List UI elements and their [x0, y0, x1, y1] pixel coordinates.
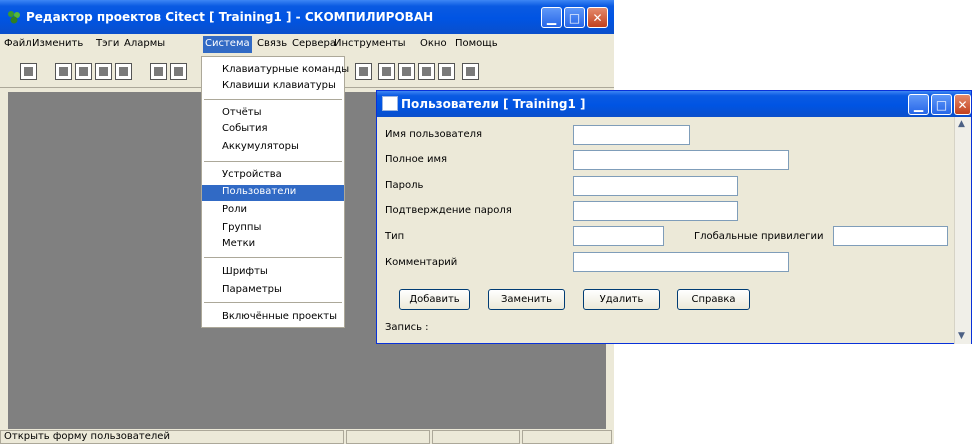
toolbar-compile-icon[interactable] — [150, 63, 167, 80]
toolbar-graphics-icon[interactable] — [378, 63, 395, 80]
toolbar-project-icon[interactable] — [438, 63, 455, 80]
menu-separator — [204, 161, 342, 162]
users-minimize-button[interactable]: ▁ — [908, 94, 929, 115]
menu-item-labels[interactable]: Метки — [202, 237, 344, 253]
menu-item-events[interactable]: События — [202, 122, 344, 138]
status-pane-2 — [346, 430, 430, 444]
citect-app-icon — [8, 11, 20, 24]
menu-item-accumulators[interactable]: Аккумуляторы — [202, 140, 344, 156]
toolbar-print-icon[interactable] — [115, 63, 132, 80]
status-pane-3 — [432, 430, 520, 444]
comment-label: Комментарий — [385, 257, 458, 268]
status-bar: Открыть форму пользователей — [0, 429, 614, 444]
type-label: Тип — [385, 231, 405, 242]
type-input[interactable] — [573, 226, 664, 246]
delete-button[interactable]: Удалить — [583, 289, 660, 310]
confirm-password-input[interactable] — [573, 201, 738, 221]
menu-item-included-projects[interactable]: Включённые проекты — [202, 310, 344, 326]
global-privileges-label: Глобальные привилегии — [694, 231, 824, 242]
menu-item-users[interactable]: Пользователи — [202, 185, 344, 201]
scroll-down-icon[interactable]: ▼ — [958, 331, 965, 341]
menu-alarms[interactable]: Алармы — [124, 38, 165, 49]
minimize-icon: ▁ — [913, 97, 924, 112]
maximize-icon: □ — [568, 10, 581, 25]
toolbar-setup-icon[interactable] — [418, 63, 435, 80]
toolbar-find-icon[interactable] — [355, 63, 372, 80]
system-menu-dropdown: Клавиатурные команды Клавиши клавиатуры … — [201, 56, 349, 328]
menu-separator — [204, 99, 342, 100]
menu-item-parameters[interactable]: Параметры — [202, 283, 344, 299]
close-icon: ✕ — [592, 10, 603, 25]
toolbar-new-icon[interactable] — [20, 63, 37, 80]
menu-tags[interactable]: Тэги — [96, 38, 119, 49]
toolbar-help-icon[interactable] — [462, 63, 479, 80]
menu-servers[interactable]: Сервера — [292, 38, 336, 49]
menu-file[interactable]: Файл — [4, 38, 32, 49]
minimize-button[interactable]: ▁ — [541, 7, 562, 28]
fullname-label: Полное имя — [385, 154, 448, 165]
menu-separator — [204, 257, 342, 258]
replace-button[interactable]: Заменить — [488, 289, 565, 310]
menu-item-fonts[interactable]: Шрифты — [202, 265, 344, 281]
menu-tools[interactable]: Инструменты — [334, 38, 406, 49]
close-icon: ✕ — [957, 97, 968, 112]
menu-item-devices[interactable]: Устройства — [202, 168, 344, 184]
menu-system[interactable]: Система — [203, 36, 252, 53]
minimize-icon: ▁ — [546, 10, 557, 25]
form-window-icon — [382, 96, 398, 111]
maximize-button[interactable]: □ — [564, 7, 585, 28]
users-scrollbar[interactable]: ▲ ▼ — [954, 117, 971, 344]
users-dialog-title: Пользователи [ Training1 ] — [401, 97, 586, 111]
left-border — [0, 92, 8, 429]
toolbar-run-icon[interactable] — [170, 63, 187, 80]
toolbar-open-icon[interactable] — [55, 63, 72, 80]
menu-separator — [204, 302, 342, 303]
scroll-up-icon[interactable]: ▲ — [958, 119, 965, 129]
status-pane-4 — [522, 430, 612, 444]
menu-bar: Файл Изменить Тэги Алармы Система Связь … — [0, 34, 614, 56]
menu-edit[interactable]: Изменить — [32, 38, 83, 49]
menu-item-reports[interactable]: Отчёты — [202, 106, 344, 122]
global-privileges-input[interactable] — [833, 226, 948, 246]
close-button[interactable]: ✕ — [587, 7, 608, 28]
maximize-icon: □ — [935, 97, 948, 112]
password-input[interactable] — [573, 176, 738, 196]
username-label: Имя пользователя — [385, 129, 483, 140]
users-close-button[interactable]: ✕ — [954, 94, 971, 115]
menu-item-keyboard-commands[interactable]: Клавиатурные команды — [202, 63, 349, 79]
menu-communication[interactable]: Связь — [257, 38, 287, 49]
status-text: Открыть форму пользователей — [0, 430, 344, 444]
password-label: Пароль — [385, 180, 424, 191]
main-window-title: Редактор проектов Citect [ Training1 ] -… — [26, 10, 434, 24]
add-button[interactable]: Добавить — [399, 289, 470, 310]
menu-item-keyboard-keys[interactable]: Клавиши клавиатуры — [202, 79, 344, 95]
users-dialog: Пользователи [ Training1 ] ▁ □ ✕ Имя пол… — [376, 90, 972, 344]
toolbar-edit-icon[interactable] — [75, 63, 92, 80]
users-maximize-button[interactable]: □ — [931, 94, 952, 115]
confirm-password-label: Подтверждение пароля — [385, 205, 512, 216]
menu-item-roles[interactable]: Роли — [202, 203, 344, 219]
comment-input[interactable] — [573, 252, 789, 272]
main-title-bar[interactable]: Редактор проектов Citect [ Training1 ] -… — [0, 0, 614, 34]
record-label: Запись : — [385, 322, 429, 333]
menu-item-groups[interactable]: Группы — [202, 221, 344, 237]
help-button[interactable]: Справка — [677, 289, 750, 310]
menu-help[interactable]: Помощь — [455, 38, 498, 49]
fullname-input[interactable] — [573, 150, 789, 170]
toolbar-copy-icon[interactable] — [95, 63, 112, 80]
username-input[interactable] — [573, 125, 690, 145]
users-title-bar[interactable]: Пользователи [ Training1 ] ▁ □ ✕ — [377, 91, 971, 117]
toolbar-cicode-icon[interactable] — [398, 63, 415, 80]
menu-window[interactable]: Окно — [420, 38, 447, 49]
